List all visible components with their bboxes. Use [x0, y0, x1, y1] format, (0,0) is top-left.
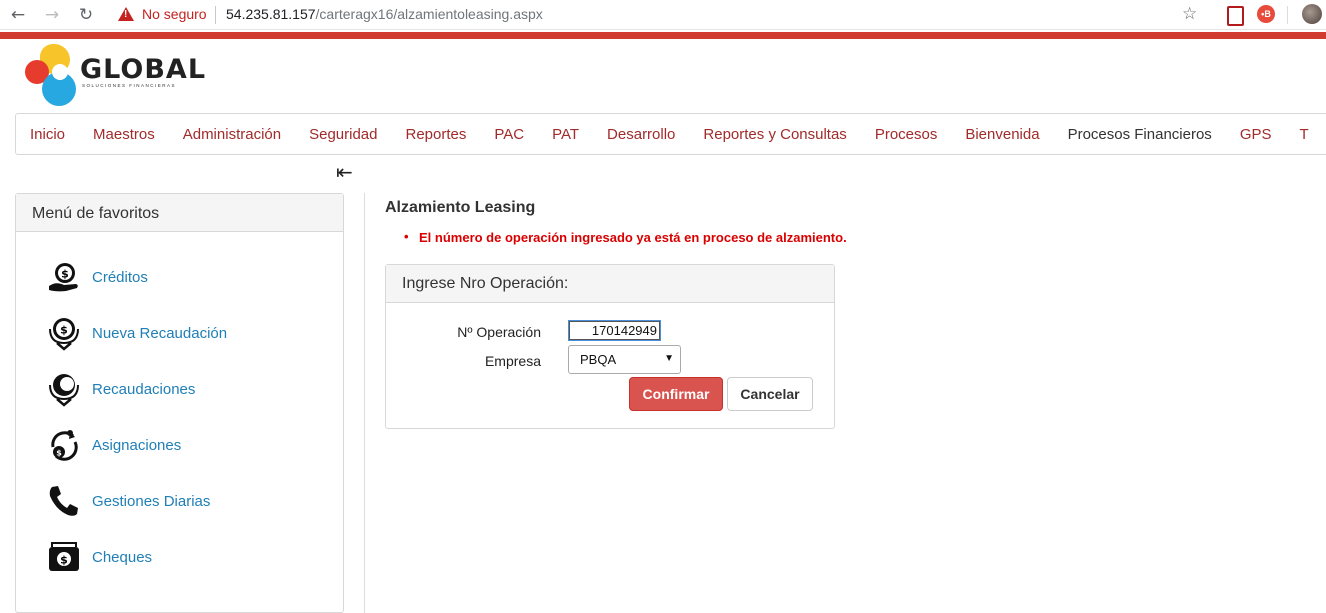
favorite-label: Asignaciones	[92, 436, 182, 454]
menu-item-procesos-financieros[interactable]: Procesos Financieros	[1068, 126, 1212, 143]
reload-icon[interactable]: ↻	[76, 5, 96, 25]
url-path: /carteragx16/alzamientoleasing.aspx	[315, 6, 543, 22]
favorite-cheques[interactable]: $ Cheques	[46, 539, 152, 575]
favorite-label: Recaudaciones	[92, 380, 196, 398]
favorite-label: Cheques	[92, 548, 153, 566]
url-host: 54.235.81.157	[226, 6, 316, 22]
coin-cycle-icon: $	[51, 430, 78, 461]
favorite-asignaciones[interactable]: $ Asignaciones	[46, 427, 181, 463]
collapse-sidebar-icon[interactable]: ⇤	[336, 160, 353, 184]
toolbar-divider	[1287, 6, 1288, 24]
logo-white-shape	[52, 64, 68, 80]
company-select-value: PBQA	[580, 352, 617, 367]
profile-avatar[interactable]	[1302, 4, 1322, 24]
error-message: El número de operación ingresado ya está…	[404, 229, 847, 245]
cash-icon: $	[49, 542, 79, 571]
favorite-gestiones-diarias[interactable]: Gestiones Diarias	[46, 483, 210, 519]
warning-icon: !	[118, 7, 134, 21]
global-logo[interactable]: GLOBAL SOLUCIONES FINANCIERAS	[22, 42, 205, 108]
menu-item-procesos[interactable]: Procesos	[875, 126, 938, 143]
menu-item-seguridad[interactable]: Seguridad	[309, 126, 377, 143]
logo-brand: GLOBAL	[80, 54, 207, 85]
accent-bar	[0, 32, 1326, 39]
menu-item-maestros[interactable]: Maestros	[93, 126, 155, 143]
pdf-extension-icon[interactable]	[1225, 5, 1244, 26]
company-select[interactable]: PBQA ▼	[568, 345, 681, 374]
favorite-label: Gestiones Diarias	[92, 492, 211, 510]
coin-download-icon	[49, 374, 79, 407]
chevron-down-icon: ▼	[664, 353, 674, 364]
operation-number-input[interactable]	[568, 320, 661, 341]
menu-item-desarrollo[interactable]: Desarrollo	[607, 126, 675, 143]
menu-item-inicio[interactable]: Inicio	[30, 126, 65, 143]
logo-tagline: SOLUCIONES FINANCIERAS	[82, 83, 177, 88]
favorite-nueva-recaudacion[interactable]: $ Nueva Recaudación	[46, 315, 227, 351]
favorite-label: Nueva Recaudación	[92, 324, 228, 342]
svg-text:$: $	[60, 554, 68, 567]
favorites-title: Menú de favoritos	[16, 194, 343, 232]
operation-number-label: Nº Operación	[457, 324, 541, 340]
favorite-recaudaciones[interactable]: Recaudaciones	[46, 371, 195, 407]
favorite-creditos[interactable]: $ Créditos	[46, 259, 148, 295]
cancel-button[interactable]: Cancelar	[727, 377, 813, 411]
security-label: No seguro	[142, 6, 207, 22]
phone-icon	[49, 486, 78, 516]
menu-item-pat[interactable]: PAT	[552, 126, 579, 143]
back-icon[interactable]: ←	[8, 5, 28, 25]
forward-icon[interactable]: →	[42, 5, 62, 25]
content-divider	[364, 193, 365, 613]
menu-item-t[interactable]: T	[1300, 126, 1309, 143]
confirm-button[interactable]: Confirmar	[629, 377, 723, 411]
address-bar[interactable]: ! No seguro 54.235.81.157/carteragx16/al…	[108, 2, 1208, 28]
url-text[interactable]: 54.235.81.157/carteragx16/alzamientoleas…	[226, 6, 543, 22]
favorite-label: Créditos	[92, 268, 148, 286]
company-label: Empresa	[484, 353, 541, 369]
menu-item-reportes-y-consultas[interactable]: Reportes y Consultas	[703, 126, 846, 143]
browser-toolbar: ← → ↻ ! No seguro 54.235.81.157/carterag…	[0, 0, 1326, 30]
favorites-panel: Menú de favoritos $ Créditos $ Nueva Rec…	[15, 193, 344, 613]
menu-item-bienvenida[interactable]: Bienvenida	[965, 126, 1039, 143]
svg-text:$: $	[56, 449, 62, 458]
svg-text:$: $	[61, 268, 69, 281]
bookmark-star-icon[interactable]: ☆	[1182, 4, 1197, 24]
menu-item-administraci-n[interactable]: Administración	[183, 126, 281, 143]
svg-text:$: $	[60, 324, 68, 337]
coin-hand-icon: $	[49, 263, 78, 292]
extension-b-icon[interactable]: •B	[1257, 5, 1275, 23]
main-menu: Inicio Maestros Administración Seguridad Rep…	[15, 113, 1326, 155]
menu-item-gps[interactable]: GPS	[1240, 126, 1272, 143]
page-title: Alzamiento Leasing	[385, 199, 536, 216]
operation-panel: Ingrese Nro Operación: Nº Operación Empr…	[385, 264, 835, 429]
coin-download-icon: $	[49, 318, 79, 351]
operation-panel-title: Ingrese Nro Operación:	[386, 265, 834, 303]
omnibox-separator	[215, 6, 216, 24]
menu-item-reportes[interactable]: Reportes	[405, 126, 466, 143]
menu-item-pac[interactable]: PAC	[494, 126, 524, 143]
